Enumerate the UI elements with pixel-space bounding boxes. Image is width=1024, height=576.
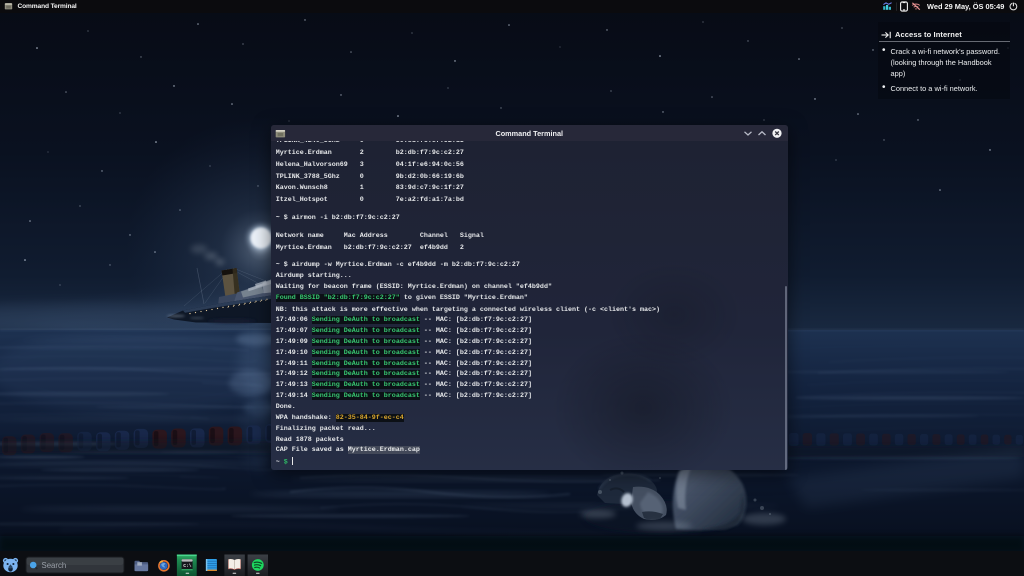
svg-text:C:\: C:\ <box>183 563 192 569</box>
